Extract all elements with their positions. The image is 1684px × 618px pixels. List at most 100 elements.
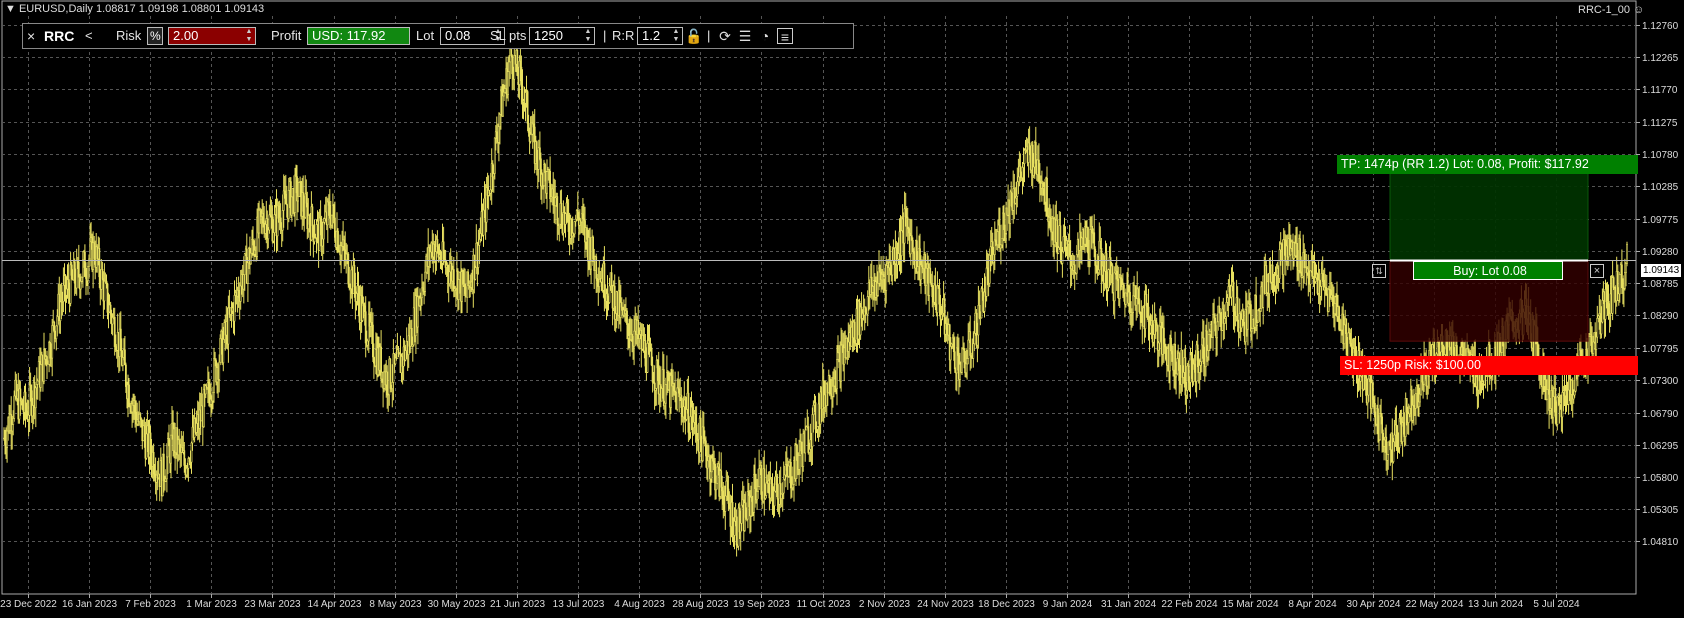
- candle-body: [582, 218, 585, 221]
- candle-body: [950, 343, 953, 347]
- risk-mode-button[interactable]: %: [147, 27, 163, 45]
- candle-body: [1187, 365, 1190, 382]
- candle-body: [785, 464, 788, 471]
- rr-input[interactable]: 1.2 ▲ ▼: [637, 27, 683, 45]
- panel-title: RRC: [44, 28, 75, 44]
- candle-body: [322, 222, 325, 240]
- entry-label[interactable]: Buy: Lot 0.08: [1413, 261, 1563, 280]
- sl-label-box[interactable]: SL: 1250p Risk: $100.00: [1340, 356, 1638, 375]
- lock-icon[interactable]: 🔓: [685, 28, 702, 44]
- candle-body: [89, 241, 92, 260]
- candle-body: [34, 387, 37, 409]
- candle-body: [1216, 321, 1219, 339]
- candle-body: [19, 388, 22, 402]
- candle-body: [573, 221, 576, 235]
- candle-body: [976, 334, 979, 346]
- price-tick-label: 1.08785: [1642, 279, 1679, 290]
- candle-body: [1362, 374, 1365, 390]
- candle-body: [1343, 324, 1346, 345]
- candle-body: [1399, 418, 1402, 423]
- tp-label[interactable]: TP: 1474p (RR 1.2) Lot: 0.08, Profit: $1…: [1337, 155, 1638, 174]
- candle-body: [1049, 217, 1052, 227]
- candle-body: [757, 486, 760, 492]
- candle-body: [1554, 388, 1557, 417]
- candle-body: [529, 134, 532, 142]
- candle-body: [771, 483, 774, 499]
- time-tick-label: 28 Aug 2023: [672, 599, 729, 610]
- list-icon[interactable]: ☰: [737, 28, 753, 44]
- entry-drag-handle[interactable]: ⇅: [1372, 264, 1386, 278]
- candle-body: [24, 391, 27, 412]
- candle-body: [1259, 308, 1262, 312]
- candle-body: [1225, 301, 1228, 318]
- candle-body: [1607, 300, 1610, 311]
- candle-body: [1021, 167, 1024, 178]
- risk-input[interactable]: 2.00 ▲ ▼: [168, 27, 256, 45]
- rr-value: 1.2: [642, 28, 661, 43]
- refresh-icon[interactable]: ⟳: [717, 28, 733, 44]
- ea-name: RRC-1_00 ☺: [1578, 4, 1644, 16]
- sl-spinner[interactable]: ▲ ▼: [584, 28, 592, 44]
- candle-body: [516, 49, 519, 76]
- candle-body: [277, 205, 280, 219]
- entry-close-icon[interactable]: ×: [1590, 264, 1604, 278]
- candle-body: [1017, 176, 1020, 182]
- time-tick-label: 23 Mar 2023: [244, 599, 301, 610]
- time-tick-label: 30 May 2023: [428, 599, 486, 610]
- sl-input[interactable]: 1250 ▲ ▼: [529, 27, 595, 45]
- candle-body: [1046, 177, 1048, 217]
- candle-body: [1395, 424, 1398, 435]
- candle-body: [673, 383, 676, 392]
- candle-body: [1184, 357, 1187, 396]
- candle-body: [520, 66, 523, 87]
- candle-body: [1132, 295, 1135, 313]
- menu-icon[interactable]: ≡: [777, 28, 793, 45]
- candle-body: [751, 496, 753, 502]
- candle-body: [1213, 314, 1216, 319]
- smiley-icon: ☺: [1633, 4, 1645, 16]
- candle-body: [682, 406, 685, 418]
- time-tick-label: 5 Jul 2024: [1533, 599, 1580, 610]
- candle-body: [662, 369, 665, 407]
- candle-body: [510, 48, 513, 56]
- candle-body: [284, 193, 287, 205]
- candle-body: [1374, 402, 1376, 418]
- candle-body: [938, 288, 941, 305]
- candle-body: [1003, 212, 1005, 231]
- candle-body: [1290, 248, 1292, 256]
- symbol-info: ▼ EURUSD,Daily 1.08817 1.09198 1.08801 1…: [5, 3, 265, 15]
- time-tick-label: 2 Nov 2023: [859, 599, 911, 610]
- candle-body: [758, 468, 761, 487]
- candle-body: [1251, 328, 1253, 332]
- candle-body: [1240, 319, 1243, 329]
- sl-label-text: SL: 1250p Risk: $100.00: [1344, 358, 1481, 372]
- candle-body: [1230, 285, 1233, 298]
- pie-chart-icon[interactable]: ◔: [757, 28, 773, 44]
- candle-body: [633, 330, 636, 347]
- sl-label: SL pts: [490, 28, 527, 43]
- candle-body: [831, 385, 834, 397]
- candle-body: [791, 483, 794, 488]
- price-chart[interactable]: 1.12760 1.12265 1.11770 1.11275 1.10780 1.102…: [0, 0, 1684, 618]
- candle-body: [1023, 149, 1026, 164]
- candle-body: [1190, 354, 1193, 361]
- candle-body: [610, 272, 613, 286]
- candle-body: [560, 203, 563, 226]
- candle-body: [1595, 336, 1598, 350]
- candle-body: [498, 114, 501, 128]
- panel-close-icon[interactable]: ×: [27, 24, 35, 48]
- rr-spinner[interactable]: ▲ ▼: [672, 28, 680, 44]
- panel-collapse-icon[interactable]: <: [85, 24, 93, 48]
- candle-body: [963, 348, 966, 363]
- separator: |: [603, 28, 607, 43]
- candle-body: [1600, 321, 1603, 335]
- risk-spinner[interactable]: ▲ ▼: [245, 28, 253, 44]
- candle-body: [740, 504, 743, 524]
- candle-body: [218, 361, 221, 380]
- time-tick-label: 9 Jan 2024: [1043, 599, 1093, 610]
- price-tick-label: 1.08290: [1642, 311, 1679, 322]
- candle-body: [814, 402, 817, 430]
- candle-body: [929, 267, 932, 284]
- candle-body: [353, 265, 356, 287]
- candle-body: [1081, 237, 1083, 247]
